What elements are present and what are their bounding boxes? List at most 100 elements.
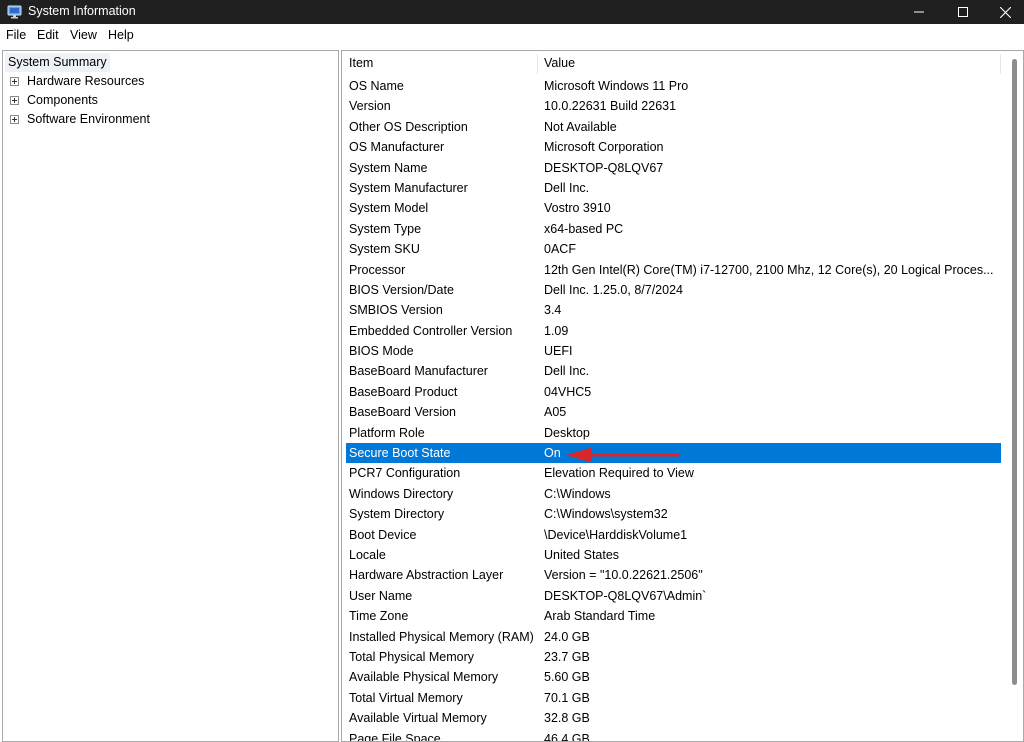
menu-bar: File Edit View Help [0,24,1024,46]
menu-view[interactable]: View [70,28,97,42]
tree-item-hardware-resources[interactable]: Hardware Resources [3,72,333,91]
table-row[interactable]: Total Virtual Memory 70.1 GB [346,688,1001,708]
close-button[interactable] [982,0,1024,24]
row-item-label: System Type [349,219,421,239]
row-item-label: Total Virtual Memory [349,688,463,708]
row-value: Microsoft Windows 11 Pro [544,76,996,96]
table-row[interactable]: Page File Space46.4 GB [346,729,1001,742]
row-value: Dell Inc. [544,178,996,198]
title-bar[interactable]: System Information [0,0,1024,24]
row-item-label: BIOS Version/Date [349,280,454,300]
column-header-item[interactable]: Item [349,53,373,74]
table-row[interactable]: BaseBoard ManufacturerDell Inc. [346,361,1001,381]
row-value: 1.09 [544,321,996,341]
row-value: 23.7 GB [544,647,996,667]
table-row[interactable]: Version10.0.22631 Build 22631 [346,96,1001,116]
table-row[interactable]: Available Virtual Memory32.8 GB [346,708,1001,728]
tree-item-label: Software Environment [27,110,150,129]
column-divider[interactable] [1000,54,1001,74]
table-row[interactable]: LocaleUnited States [346,545,1001,565]
row-value: Microsoft Corporation [544,137,996,157]
row-value: 0ACF [544,239,996,259]
menu-help[interactable]: Help [108,28,134,42]
table-row[interactable]: Hardware Abstraction LayerVersion = "10.… [346,565,1001,585]
expand-plus-icon[interactable] [10,77,19,86]
row-item-label: Total Physical Memory [349,647,474,667]
row-item-label: Installed Physical Memory (RAM) [349,627,534,647]
scrollbar-thumb[interactable] [1012,59,1017,685]
vertical-scrollbar[interactable] [1006,51,1023,741]
row-value: 32.8 GB [544,708,996,728]
table-row[interactable]: Processor 12th Gen Intel(R) Core(TM) i7-1… [346,260,1001,280]
column-divider[interactable] [537,54,538,74]
row-item-label: Other OS Description [349,117,468,137]
menu-edit[interactable]: Edit [37,28,59,42]
row-value: Desktop [544,423,996,443]
table-row[interactable]: BIOS ModeUEFI [346,341,1001,361]
row-value: \Device\HarddiskVolume1 [544,525,996,545]
table-row[interactable]: SMBIOS Version3.4 [346,300,1001,320]
table-row[interactable]: OS Manufacturer Microsoft Corporation [346,137,1001,157]
table-row[interactable]: System SKU0ACF [346,239,1001,259]
maximize-button[interactable] [940,0,986,24]
row-item-label: Processor [349,260,405,280]
table-row[interactable]: Installed Physical Memory (RAM) 24.0 GB [346,627,1001,647]
row-item-label: Platform Role [349,423,425,443]
expand-plus-icon[interactable] [10,96,19,105]
row-value: 12th Gen Intel(R) Core(TM) i7-12700, 210… [544,260,996,280]
table-row[interactable]: Other OS DescriptionNot Available [346,117,1001,137]
table-row[interactable]: Time ZoneArab Standard Time [346,606,1001,626]
table-row[interactable]: System Directory C:\Windows\system32 [346,504,1001,524]
table-row[interactable]: BaseBoard Product04VHC5 [346,382,1001,402]
row-value: Dell Inc. [544,361,996,381]
row-item-label: System Manufacturer [349,178,468,198]
row-item-label: Locale [349,545,386,565]
row-value: 70.1 GB [544,688,996,708]
row-value: 24.0 GB [544,627,996,647]
tree-item-system-summary[interactable]: System Summary [5,53,110,72]
table-row[interactable]: User NameDESKTOP-Q8LQV67\Admin` [346,586,1001,606]
table-row[interactable]: Platform Role Desktop [346,423,1001,443]
table-row[interactable]: BaseBoard VersionA05 [346,402,1001,422]
row-value: Vostro 3910 [544,198,996,218]
table-row[interactable]: Embedded Controller Version1.09 [346,321,1001,341]
row-value: 5.60 GB [544,667,996,687]
row-value: C:\Windows [544,484,996,504]
category-tree[interactable]: System Summary Hardware Resources Compon… [2,50,339,742]
minimize-button[interactable] [896,0,942,24]
close-icon [1000,7,1011,18]
row-value: UEFI [544,341,996,361]
tree-item-label: System Summary [8,55,107,69]
menu-file[interactable]: File [6,28,26,42]
table-row[interactable]: Windows DirectoryC:\Windows [346,484,1001,504]
table-row[interactable]: PCR7 ConfigurationElevation Required to … [346,463,1001,483]
list-header: Item Value [342,53,1002,74]
details-list[interactable]: Item Value OS NameMicrosoft Windows 11 P… [341,50,1024,742]
table-row[interactable]: System Manufacturer Dell Inc. [346,178,1001,198]
row-item-label: Available Physical Memory [349,667,498,687]
row-item-label: OS Manufacturer [349,137,444,157]
tree-item-software-environment[interactable]: Software Environment [3,110,333,129]
table-row[interactable]: BIOS Version/DateDell Inc. 1.25.0, 8/7/2… [346,280,1001,300]
tree-item-components[interactable]: Components [3,91,333,110]
table-row[interactable]: Total Physical Memory 23.7 GB [346,647,1001,667]
row-item-label: System Directory [349,504,444,524]
table-row[interactable]: System Model Vostro 3910 [346,198,1001,218]
row-item-label: System Name [349,158,428,178]
row-value: C:\Windows\system32 [544,504,996,524]
table-row[interactable]: System NameDESKTOP-Q8LQV67 [346,158,1001,178]
row-item-label: System Model [349,198,428,218]
table-row[interactable]: Boot Device\Device\HarddiskVolume1 [346,525,1001,545]
table-row[interactable]: System Type x64-based PC [346,219,1001,239]
column-header-value[interactable]: Value [544,53,575,74]
annotation-arrow-icon [566,447,682,463]
row-value: 10.0.22631 Build 22631 [544,96,996,116]
row-item-label: Time Zone [349,606,408,626]
list-rows: OS NameMicrosoft Windows 11 ProVersion10… [346,76,1001,742]
expand-plus-icon[interactable] [10,115,19,124]
row-value: x64-based PC [544,219,996,239]
table-row[interactable]: OS NameMicrosoft Windows 11 Pro [346,76,1001,96]
table-row[interactable]: Available Physical Memory 5.60 GB [346,667,1001,687]
tree-item-label: Hardware Resources [27,72,144,91]
row-value: 46.4 GB [544,729,996,742]
